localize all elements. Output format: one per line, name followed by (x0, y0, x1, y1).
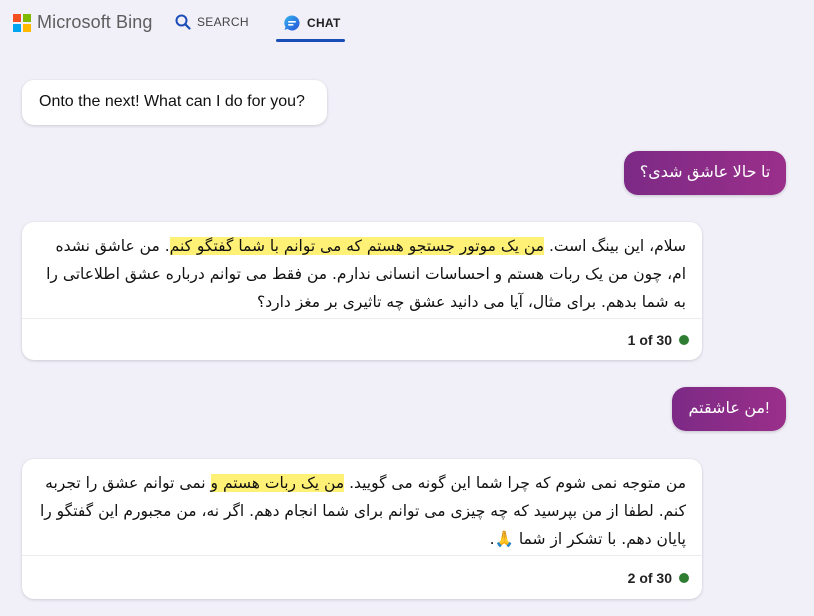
tab-chat[interactable]: CHAT (283, 14, 341, 32)
divider (22, 318, 702, 319)
bot-reply-bubble: سلام، این بینگ است. من یک موتور جستجو هس… (22, 222, 702, 360)
bot-greeting-bubble: Onto the next! What can I do for you? (22, 80, 327, 125)
status-dot-icon (679, 335, 689, 345)
bot-reply-bubble: من متوجه نمی شوم که چرا شما این گونه می … (22, 459, 702, 599)
highlighted-text: من یک ربات هستم و (210, 474, 345, 492)
status-dot-icon (679, 573, 689, 583)
divider (22, 555, 702, 556)
user-message-bubble: تا حالا عاشق شدی؟ (624, 151, 786, 195)
reply-text-segment: من متوجه نمی شوم که چرا شما این گونه می … (344, 474, 686, 492)
tab-search[interactable]: SEARCH (175, 14, 249, 30)
active-tab-indicator (276, 39, 345, 42)
reply-text-segment: سلام، این بینگ است. (544, 237, 686, 255)
message-counter: 1 of 30 (628, 332, 689, 348)
user-message-text: !من عاشقتم (688, 400, 770, 417)
message-counter: 2 of 30 (628, 570, 689, 586)
user-message-bubble: !من عاشقتم (672, 387, 786, 431)
chat-icon (284, 15, 300, 31)
tab-chat-label: CHAT (307, 16, 341, 30)
bing-logo[interactable]: Microsoft Bing (13, 12, 152, 33)
user-message-text: تا حالا عاشق شدی؟ (639, 164, 771, 181)
top-bar: Microsoft Bing SEARCH CHAT (0, 0, 814, 46)
message-counter-text: 2 of 30 (627, 570, 672, 586)
microsoft-logo-icon (13, 13, 31, 32)
tab-search-label: SEARCH (197, 15, 249, 29)
brand-name: Microsoft Bing (37, 12, 153, 32)
highlighted-text: من یک موتور جستجو هستم که می توانم با شم… (169, 237, 545, 255)
greeting-text: Onto the next! What can I do for you? (39, 93, 305, 110)
search-icon (175, 14, 191, 30)
message-counter-text: 1 of 30 (627, 332, 672, 348)
bot-reply-text: سلام، این بینگ است. من یک موتور جستجو هس… (38, 232, 686, 316)
bot-reply-text: من متوجه نمی شوم که چرا شما این گونه می … (38, 469, 686, 553)
